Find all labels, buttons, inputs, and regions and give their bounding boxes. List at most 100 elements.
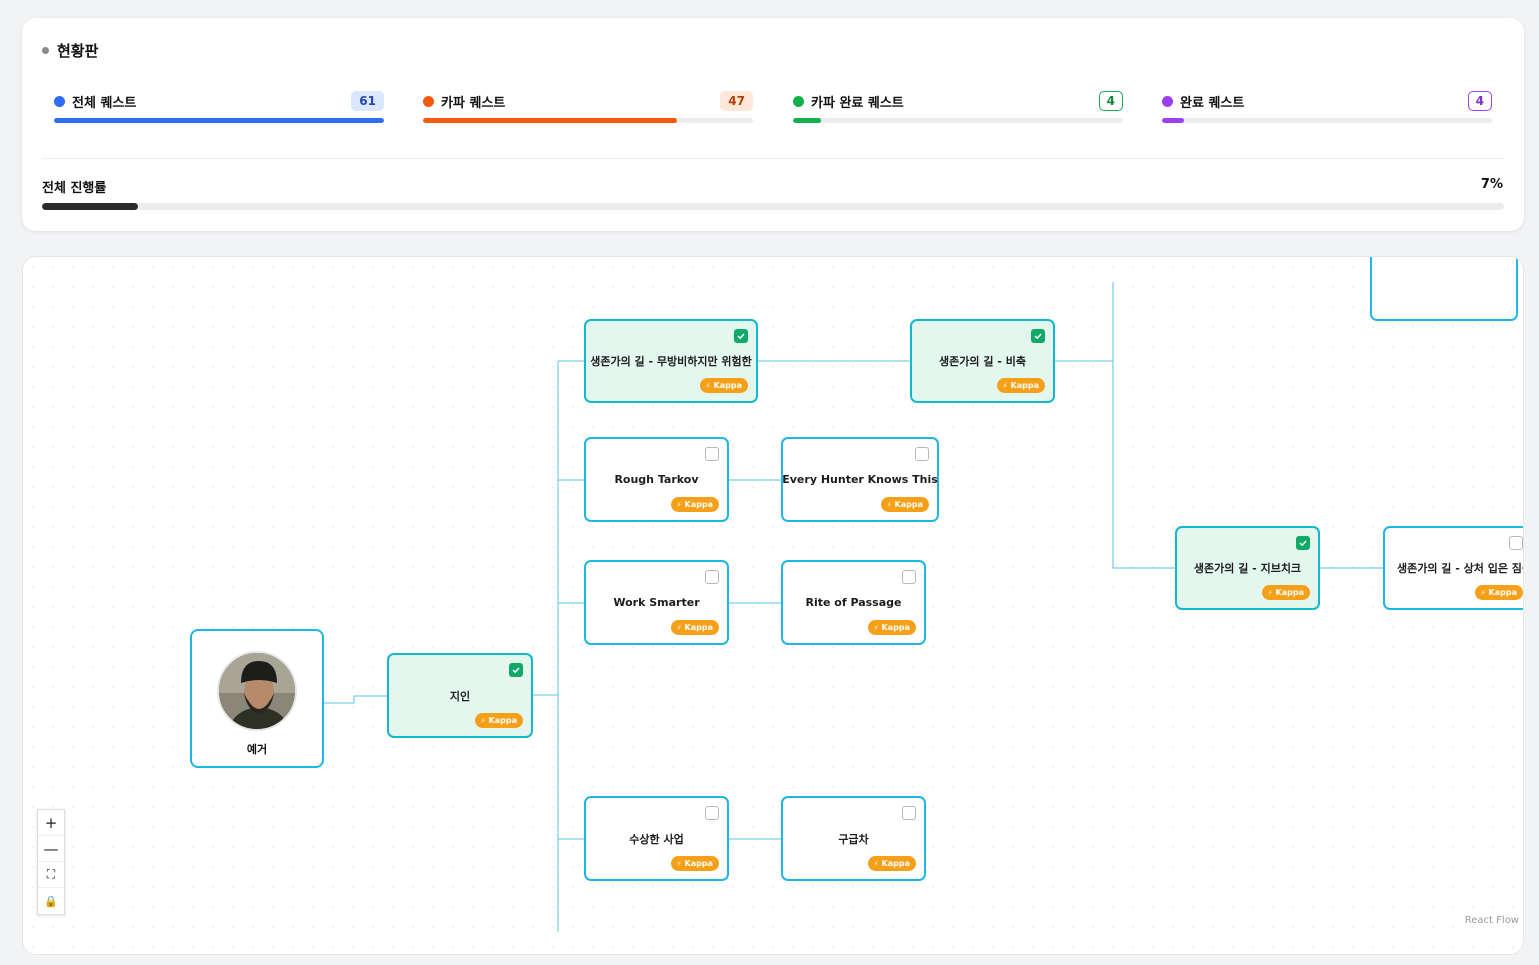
trader-portrait-icon xyxy=(217,651,297,731)
flow-controls: + — ⛶ 🔒 xyxy=(37,809,65,915)
kappa-label: Kappa xyxy=(713,381,742,390)
quest-node[interactable]: Work Smarter ⚡ Kappa xyxy=(584,560,729,645)
zoom-out-button[interactable]: — xyxy=(38,836,64,862)
quest-title: Every Hunter Knows This xyxy=(782,473,938,486)
bolt-icon: ⚡ xyxy=(1480,588,1486,597)
quest-flow-canvas[interactable]: 예거 지인 ⚡ Kappa 생존가의 길 - 무방비하지만 위험한 ⚡ Kappa … xyxy=(22,256,1524,955)
quest-title: 구급차 xyxy=(838,832,869,846)
trader-name: 예거 xyxy=(246,743,268,756)
stat-dot-icon xyxy=(1162,95,1173,107)
quest-title: 생존가의 길 - 상처 입은 짐승 xyxy=(1397,562,1524,575)
quest-title: 생존가의 길 - 비축 xyxy=(939,355,1026,368)
kappa-label: Kappa xyxy=(684,859,713,868)
stat-total-quests: 전체 퀘스트 61 xyxy=(54,90,384,123)
stat-progress-fill xyxy=(423,118,678,123)
quest-node[interactable]: Every Hunter Knows This ⚡ Kappa xyxy=(781,437,939,522)
bolt-icon: ⚡ xyxy=(873,859,879,868)
dashboard-title: 현황판 xyxy=(42,40,98,61)
dashboard-panel: 현황판 전체 퀘스트 61 카파 퀘스트 47 카파 완료 퀘스트 4 완료 퀘… xyxy=(22,18,1524,231)
kappa-label: Kappa xyxy=(684,500,713,509)
stat-dot-icon xyxy=(423,95,434,107)
bolt-icon: ⚡ xyxy=(1267,588,1273,597)
stat-progress-fill xyxy=(793,118,822,123)
quest-node-partial[interactable] xyxy=(1370,257,1518,321)
quest-node[interactable]: 구급차 ⚡ Kappa xyxy=(781,796,926,881)
kappa-badge: ⚡ Kappa xyxy=(867,856,916,871)
bolt-icon: ⚡ xyxy=(676,623,682,632)
overall-progress-bar xyxy=(42,203,1504,210)
bolt-icon: ⚡ xyxy=(1002,381,1008,390)
stat-progress-bar xyxy=(54,118,384,123)
bolt-icon: ⚡ xyxy=(480,716,486,725)
dashboard-title-text: 현황판 xyxy=(57,42,99,60)
stat-done-quests: 완료 퀘스트 4 xyxy=(1162,90,1492,123)
kappa-label: Kappa xyxy=(488,716,517,725)
checkbox-icon[interactable] xyxy=(705,570,719,584)
quest-title: Rite of Passage xyxy=(805,596,902,609)
kappa-badge: ⚡ Kappa xyxy=(996,378,1045,393)
stat-kappa-quests: 카파 퀘스트 47 xyxy=(423,90,753,123)
bolt-icon: ⚡ xyxy=(676,859,682,868)
quest-title: Work Smarter xyxy=(613,596,700,609)
stat-count-badge: 47 xyxy=(720,91,753,111)
kappa-badge: ⚡ Kappa xyxy=(670,620,719,635)
fit-view-button[interactable]: ⛶ xyxy=(38,862,64,888)
stat-progress-fill xyxy=(54,118,384,123)
quest-title: 지인 xyxy=(449,689,471,703)
kappa-badge: ⚡ Kappa xyxy=(474,713,523,728)
kappa-label: Kappa xyxy=(881,623,910,632)
checkbox-icon[interactable] xyxy=(1509,536,1523,550)
zoom-in-button[interactable]: + xyxy=(38,810,64,836)
kappa-badge: ⚡ Kappa xyxy=(670,856,719,871)
stat-count-badge: 4 xyxy=(1098,91,1123,111)
checkbox-checked-icon[interactable] xyxy=(1031,329,1045,343)
bolt-icon: ⚡ xyxy=(676,500,682,509)
edge xyxy=(1112,282,1175,569)
stat-progress-fill xyxy=(1162,118,1184,123)
quest-node[interactable]: 생존가의 길 - 지브치크 ⚡ Kappa xyxy=(1175,526,1320,610)
lock-button[interactable]: 🔒 xyxy=(38,888,64,914)
quest-node[interactable]: 지인 ⚡ Kappa xyxy=(387,653,533,738)
checkbox-icon[interactable] xyxy=(705,806,719,820)
checkbox-checked-icon[interactable] xyxy=(1296,536,1310,550)
checkbox-checked-icon[interactable] xyxy=(509,663,523,677)
bolt-icon: ⚡ xyxy=(886,500,892,509)
quest-title: 생존가의 길 - 지브치크 xyxy=(1193,562,1302,575)
stat-label: 카파 퀘스트 xyxy=(441,95,506,111)
kappa-badge: ⚡ Kappa xyxy=(1261,585,1310,600)
checkbox-icon[interactable] xyxy=(705,447,719,461)
quest-node[interactable]: 생존가의 길 - 무방비하지만 위험한 ⚡ Kappa xyxy=(584,319,758,403)
quest-node[interactable]: 수상한 사업 ⚡ Kappa xyxy=(584,796,729,881)
kappa-badge: ⚡ Kappa xyxy=(699,378,748,393)
bolt-icon: ⚡ xyxy=(705,381,711,390)
kappa-label: Kappa xyxy=(1488,588,1517,597)
checkbox-icon[interactable] xyxy=(902,806,916,820)
quest-title: Rough Tarkov xyxy=(614,473,699,486)
quest-node[interactable]: Rough Tarkov ⚡ Kappa xyxy=(584,437,729,522)
quest-node[interactable]: 생존가의 길 - 비축 ⚡ Kappa xyxy=(910,319,1055,403)
stat-count-badge: 4 xyxy=(1467,91,1492,111)
stat-count-badge: 61 xyxy=(351,91,384,111)
bolt-icon: ⚡ xyxy=(873,623,879,632)
bullet-icon xyxy=(42,47,49,54)
overall-progress-percent: 7% xyxy=(1480,177,1503,192)
kappa-badge: ⚡ Kappa xyxy=(670,497,719,512)
kappa-badge: ⚡ Kappa xyxy=(880,497,929,512)
kappa-label: Kappa xyxy=(894,500,923,509)
overall-progress-label: 전체 진행률 xyxy=(42,181,107,196)
react-flow-attribution[interactable]: React Flow xyxy=(1465,915,1519,926)
stat-dot-icon xyxy=(793,95,804,107)
kappa-badge: ⚡ Kappa xyxy=(867,620,916,635)
trader-node[interactable]: 예거 xyxy=(190,629,324,768)
kappa-label: Kappa xyxy=(1275,588,1304,597)
quest-title: 생존가의 길 - 무방비하지만 위험한 xyxy=(590,355,752,368)
checkbox-icon[interactable] xyxy=(902,570,916,584)
kappa-label: Kappa xyxy=(1010,381,1039,390)
quest-node[interactable]: 생존가의 길 - 상처 입은 짐승 ⚡ Kappa xyxy=(1383,526,1524,610)
stat-progress-bar xyxy=(1162,118,1492,123)
overall-progress-fill xyxy=(42,203,139,210)
checkbox-checked-icon[interactable] xyxy=(734,329,748,343)
checkbox-icon[interactable] xyxy=(915,447,929,461)
stat-dot-icon xyxy=(54,95,65,107)
quest-node[interactable]: Rite of Passage ⚡ Kappa xyxy=(781,560,926,645)
